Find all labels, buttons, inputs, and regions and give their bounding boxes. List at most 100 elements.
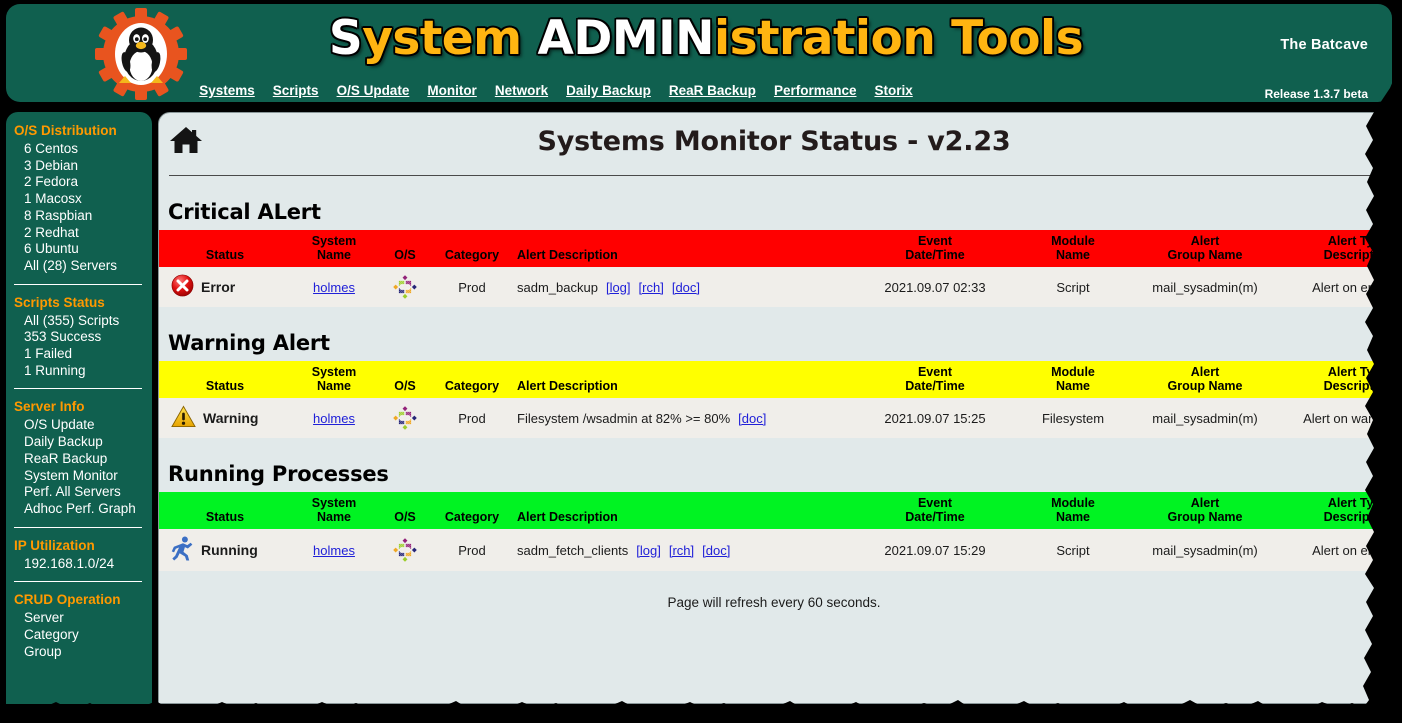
log-link[interactable]: [log]	[606, 280, 631, 295]
sidebar-item-system-monitor[interactable]: System Monitor	[6, 468, 152, 485]
page-title: Systems Monitor Status - v2.23	[159, 113, 1389, 171]
column-header-line1	[517, 365, 849, 379]
cell-os-icon	[377, 267, 433, 307]
nav-link-rear-backup[interactable]: ReaR Backup	[669, 83, 756, 98]
cell-alert-group-name: mail_sysadmin(m)	[1127, 529, 1283, 571]
sidebar-group-title-o-s-distribution: O/S Distribution	[6, 122, 152, 141]
sidebar-divider	[14, 284, 142, 285]
column-header-line2: Name	[1021, 248, 1125, 262]
column-header-category: Category	[433, 230, 511, 267]
sidebar-item-6-ubuntu[interactable]: 6 Ubuntu	[6, 241, 152, 258]
sidebar-item-8-raspbian[interactable]: 8 Raspbian	[6, 208, 152, 225]
column-header-line1	[517, 496, 849, 510]
sidebar-item-server[interactable]: Server	[6, 610, 152, 627]
doc-link[interactable]: [doc]	[702, 543, 730, 558]
sidebar-item-3-debian[interactable]: 3 Debian	[6, 158, 152, 175]
sidebar-item-adhoc-perf-graph[interactable]: Adhoc Perf. Graph	[6, 501, 152, 518]
system-name-link[interactable]: holmes	[313, 280, 355, 295]
sidebar-group: O/S Distribution6 Centos3 Debian2 Fedora…	[6, 122, 152, 275]
column-header-line2: Group Name	[1129, 510, 1281, 524]
status-label: Error	[201, 279, 235, 295]
sidebar-group-title-ip-utilization: IP Utilization	[6, 537, 152, 556]
column-header-line2: Description	[1285, 248, 1390, 262]
nav-link-scripts[interactable]: Scripts	[273, 83, 319, 98]
sidebar-item-category[interactable]: Category	[6, 627, 152, 644]
nav-link-network[interactable]: Network	[495, 83, 548, 98]
sidebar-item-daily-backup[interactable]: Daily Backup	[6, 434, 152, 451]
column-header-alert-group-name: AlertGroup Name	[1127, 361, 1283, 398]
section-title-critical: Critical ALert	[159, 200, 1389, 224]
column-header-line1	[161, 496, 289, 510]
column-header-line2: O/S	[379, 379, 431, 393]
column-header-line1: Module	[1021, 365, 1125, 379]
sidebar-item-rear-backup[interactable]: ReaR Backup	[6, 451, 152, 468]
column-header-line2: Alert Description	[517, 510, 849, 524]
column-header-event-date-time: EventDate/Time	[851, 361, 1019, 398]
cell-alert-description: sadm_fetch_clients [log] [rch] [doc]	[511, 529, 851, 571]
cell-alert-description: sadm_backup[log][rch][doc]	[511, 267, 851, 307]
log-link[interactable]: [log]	[636, 543, 661, 558]
column-header-alert-description: Alert Description	[511, 361, 851, 398]
column-header-line2: Description	[1285, 379, 1390, 393]
nav-link-systems[interactable]: Systems	[199, 83, 255, 98]
doc-link[interactable]: [doc]	[672, 280, 700, 295]
column-header-line2: Description	[1285, 510, 1390, 524]
sidebar-item-all-355-scripts[interactable]: All (355) Scripts	[6, 313, 152, 330]
sidebar-group: IP Utilization192.168.1.0/24	[6, 537, 152, 573]
cell-os-icon	[377, 398, 433, 438]
sidebar-item-2-fedora[interactable]: 2 Fedora	[6, 174, 152, 191]
cell-system-name: holmes	[291, 267, 377, 307]
site-name: The Batcave	[1280, 37, 1368, 53]
section-title-warning: Warning Alert	[159, 331, 1389, 355]
nav-link-monitor[interactable]: Monitor	[427, 83, 477, 98]
column-header-line2: Category	[435, 248, 509, 262]
doc-link[interactable]: [doc]	[738, 411, 766, 426]
column-header-line1: Event	[853, 496, 1017, 510]
table-row: Errorholmes Prodsadm_backup[log][rch][do…	[159, 267, 1390, 307]
sidebar-item-192-168-1-0-24[interactable]: 192.168.1.0/24	[6, 556, 152, 573]
column-header-line1	[379, 496, 431, 510]
sidebar-item-1-failed[interactable]: 1 Failed	[6, 346, 152, 363]
banner-title-part-4: istration Tools	[714, 11, 1083, 66]
alert-table-critical: StatusSystemName O/S Category Alert Desc…	[159, 230, 1390, 307]
column-header-line1: Event	[853, 365, 1017, 379]
column-header-line1: System	[293, 234, 375, 248]
sidebar-item-perf-all-servers[interactable]: Perf. All Servers	[6, 484, 152, 501]
sidebar-item-1-macosx[interactable]: 1 Macosx	[6, 191, 152, 208]
column-header-module-name: ModuleName	[1019, 492, 1127, 529]
column-header-line2: Name	[1021, 379, 1125, 393]
column-header-event-date-time: EventDate/Time	[851, 230, 1019, 267]
table-header-row: StatusSystemName O/S Category Alert Desc…	[159, 230, 1390, 267]
alert-description-text: sadm_fetch_clients	[517, 543, 628, 558]
error-icon	[171, 274, 194, 300]
column-header-line1: Module	[1021, 496, 1125, 510]
release-version: Release 1.3.7 beta	[1265, 87, 1368, 101]
sidebar-item-all-28-servers[interactable]: All (28) Servers	[6, 258, 152, 275]
sidebar-item-2-redhat[interactable]: 2 Redhat	[6, 225, 152, 242]
column-header-line2: Name	[293, 248, 375, 262]
sidebar-group: CRUD OperationServerCategoryGroup	[6, 591, 152, 660]
alert-sections: Critical ALert StatusSystemName O/S Cate…	[159, 200, 1389, 571]
sidebar-item-group[interactable]: Group	[6, 644, 152, 661]
system-name-link[interactable]: holmes	[313, 543, 355, 558]
nav-link-o-s-update[interactable]: O/S Update	[337, 83, 410, 98]
sidebar-group: Scripts StatusAll (355) Scripts353 Succe…	[6, 294, 152, 380]
cell-status: Error	[159, 267, 291, 307]
rch-link[interactable]: [rch]	[639, 280, 664, 295]
column-header-line1	[379, 365, 431, 379]
sidebar-item-1-running[interactable]: 1 Running	[6, 363, 152, 380]
status-label: Running	[201, 542, 258, 558]
system-name-link[interactable]: holmes	[313, 411, 355, 426]
sidebar-item-o-s-update[interactable]: O/S Update	[6, 417, 152, 434]
sidebar-item-6-centos[interactable]: 6 Centos	[6, 141, 152, 158]
sidebar-item-353-success[interactable]: 353 Success	[6, 329, 152, 346]
column-header-category: Category	[433, 492, 511, 529]
nav-link-storix[interactable]: Storix	[874, 83, 912, 98]
error-icon	[171, 274, 194, 297]
home-icon[interactable]	[169, 123, 203, 157]
rch-link[interactable]: [rch]	[669, 543, 694, 558]
sidebar-divider	[14, 527, 142, 528]
nav-link-performance[interactable]: Performance	[774, 83, 857, 98]
column-header-line2: Alert Description	[517, 248, 849, 262]
nav-link-daily-backup[interactable]: Daily Backup	[566, 83, 651, 98]
